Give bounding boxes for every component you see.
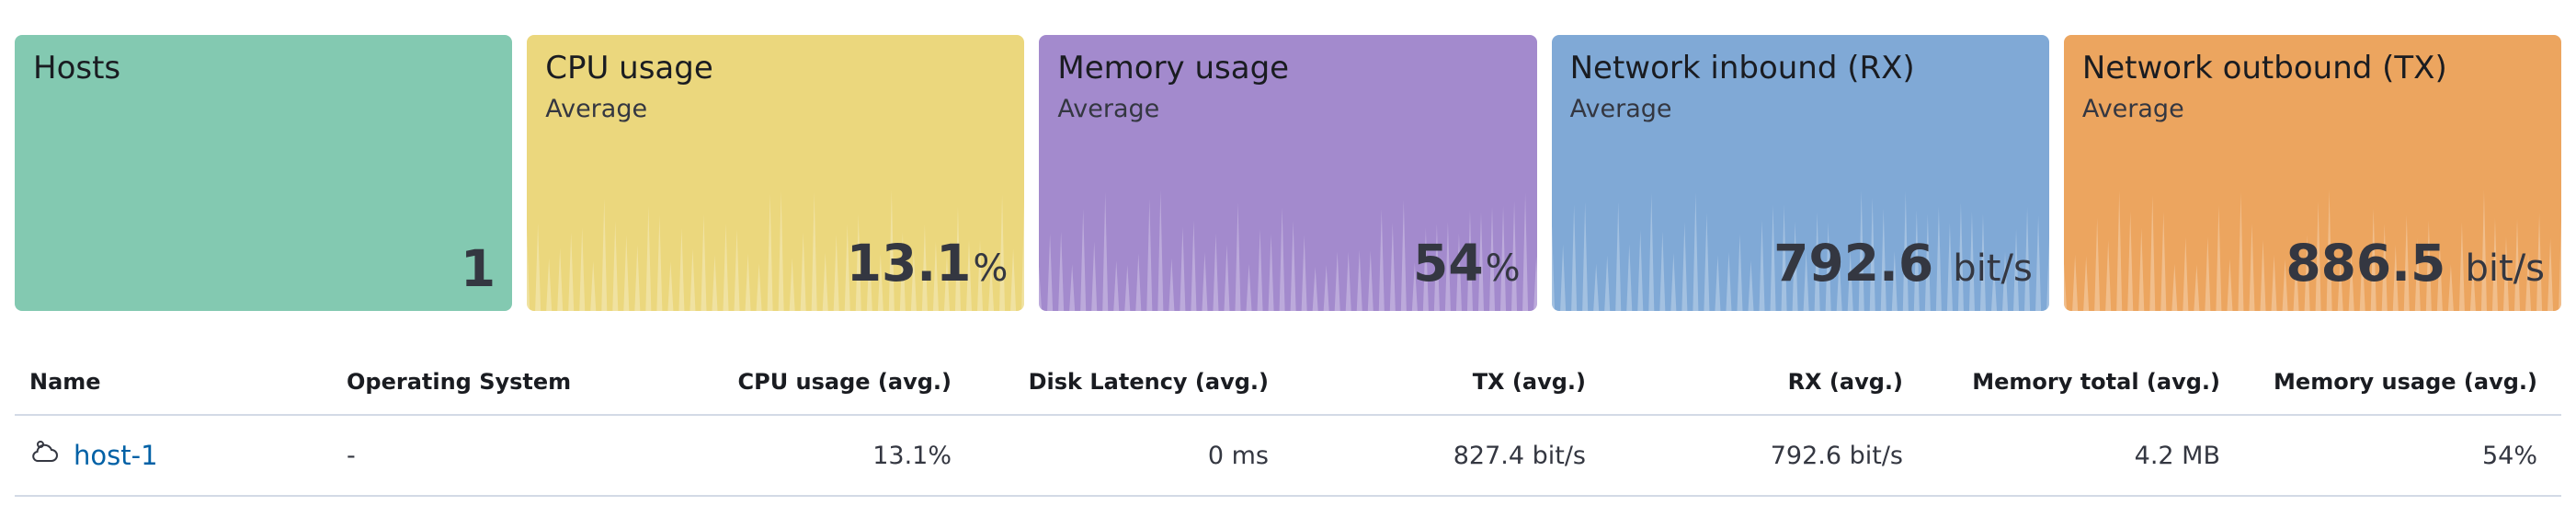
cpu-card-subtitle: Average	[545, 95, 648, 123]
memory-card-title: Memory usage	[1057, 50, 1290, 86]
kpi-cards: Hosts 1 CPU usage Average 13.1% Memory u…	[15, 35, 2562, 311]
hosts-table: Name Operating System CPU usage (avg.) D…	[15, 350, 2561, 497]
cell-disk-latency: 0 ms	[1207, 441, 1269, 470]
cell-cpu: 13.1%	[872, 441, 952, 470]
header-os[interactable]: Operating System	[332, 369, 649, 395]
header-disk-latency[interactable]: Disk Latency (avg.)	[966, 369, 1283, 395]
cell-memory-total: 4.2 MB	[2134, 441, 2220, 470]
header-rx[interactable]: RX (avg.)	[1601, 369, 1918, 395]
tx-unit: bit/s	[2465, 247, 2546, 290]
header-cpu[interactable]: CPU usage (avg.)	[649, 369, 966, 395]
cpu-value: 13.1	[846, 234, 972, 293]
cell-name: host-1	[15, 437, 332, 475]
hosts-card-value: 1	[461, 241, 496, 296]
hosts-value: 1	[460, 239, 496, 298]
rx-value: 792.6	[1773, 234, 1934, 293]
rx-card: Network inbound (RX) Average 792.6 bit/s	[1551, 35, 2049, 311]
host-link[interactable]: host-1	[74, 440, 158, 471]
tx-card: Network outbound (TX) Average 886.5 bit/…	[2063, 35, 2562, 311]
rx-unit: bit/s	[1953, 247, 2033, 290]
tx-value: 886.5	[2285, 234, 2446, 293]
table-row: host-1 - 13.1% 0 ms 827.4 bit/s 792.6 bi…	[15, 416, 2561, 497]
memory-card-subtitle: Average	[1057, 95, 1160, 123]
header-memory-total[interactable]: Memory total (avg.)	[1918, 369, 2235, 395]
tx-card-title: Network outbound (TX)	[2081, 50, 2447, 86]
memory-unit: %	[1485, 247, 1521, 290]
cell-tx: 827.4 bit/s	[1453, 441, 1586, 470]
memory-value: 54	[1413, 234, 1484, 293]
header-tx[interactable]: TX (avg.)	[1283, 369, 1601, 395]
hosts-card: Hosts 1	[15, 35, 513, 311]
rx-card-title: Network inbound (RX)	[1569, 50, 1915, 86]
header-memory-usage[interactable]: Memory usage (avg.)	[2235, 369, 2552, 395]
cloud-provider-icon	[29, 437, 61, 475]
rx-card-subtitle: Average	[1569, 95, 1672, 123]
tx-card-subtitle: Average	[2081, 95, 2184, 123]
header-name[interactable]: Name	[15, 369, 332, 395]
rx-card-value: 792.6 bit/s	[1773, 236, 2033, 296]
memory-card: Memory usage Average 54%	[1039, 35, 1537, 311]
cell-memory-usage: 54%	[2481, 441, 2537, 470]
cpu-card: CPU usage Average 13.1%	[527, 35, 1025, 311]
memory-card-value: 54%	[1413, 236, 1521, 296]
cell-rx: 792.6 bit/s	[1770, 441, 1903, 470]
tx-card-value: 886.5 bit/s	[2285, 236, 2545, 296]
table-header: Name Operating System CPU usage (avg.) D…	[15, 350, 2561, 416]
cpu-card-title: CPU usage	[545, 50, 713, 86]
hosts-card-title: Hosts	[33, 50, 121, 86]
cpu-card-value: 13.1%	[847, 236, 1009, 296]
cell-os: -	[347, 441, 356, 470]
cpu-unit: %	[973, 247, 1009, 290]
